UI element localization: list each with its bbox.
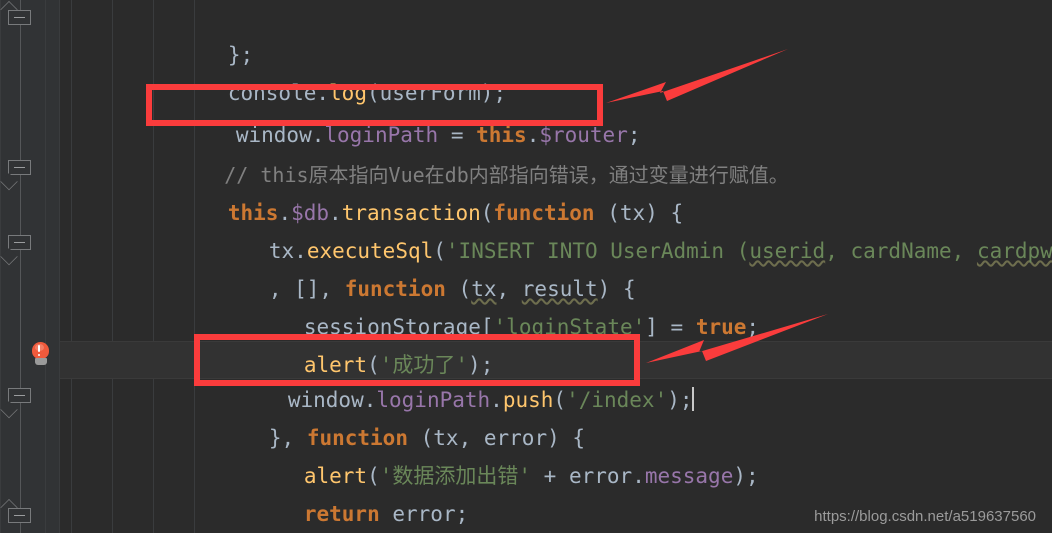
lightbulb-base <box>34 358 47 365</box>
code-editor-area[interactable]: }; console.log(userForm); window.loginPa… <box>60 0 1052 533</box>
watermark-url: https://blog.csdn.net/a519637560 <box>814 508 1036 525</box>
fold-minus-icon <box>14 515 25 516</box>
indent-guide <box>71 0 72 533</box>
ide-editor-screenshot: }; console.log(userForm); window.loginPa… <box>0 0 1052 533</box>
fold-marker-expanded[interactable] <box>0 499 33 533</box>
code-fold-rail <box>20 0 21 533</box>
code-line-comment[interactable]: // this原本指向Vue在db内部指向错误，通过变量进行赋值。 <box>152 118 1052 187</box>
fold-marker-expanded[interactable] <box>0 388 33 419</box>
exclamation-dot <box>37 353 40 356</box>
exclamation-bar <box>37 345 40 352</box>
lightbulb-warning-icon[interactable] <box>30 342 52 367</box>
fold-marker-expanded[interactable] <box>0 1 33 35</box>
editor-gutter[interactable] <box>0 0 60 533</box>
fold-minus-icon <box>14 242 25 243</box>
code-line[interactable]: sessionStorage['loginState'] = true; <box>228 270 1052 339</box>
lightbulb-glass <box>32 342 49 359</box>
fold-arrow-icon <box>0 173 18 191</box>
code-line[interactable]: alert('数据添加出错' + error.message); <box>228 419 1052 488</box>
fold-marker-expanded[interactable] <box>0 160 33 191</box>
code-line-highlighted[interactable]: window.loginPath.push('/index'); <box>212 343 1052 412</box>
code-line[interactable]: tx.executeSql('INSERT INTO UserAdmin (us… <box>193 194 1052 263</box>
gutter-divider <box>0 0 1 533</box>
code-line-highlighted[interactable]: window.loginPath = this.$router; <box>160 78 1052 147</box>
fold-marker-expanded[interactable] <box>0 235 33 266</box>
fold-minus-icon <box>14 17 25 18</box>
code-line[interactable]: }, function (tx, error) { <box>193 381 1052 450</box>
fold-arrow-icon <box>0 248 18 266</box>
gutter-divider <box>45 0 46 533</box>
code-line[interactable]: alert('成功了'); <box>228 308 1052 377</box>
code-line[interactable]: }; <box>152 0 1052 67</box>
code-line[interactable]: this.$db.transaction(function (tx) { <box>152 156 1052 225</box>
indent-guide <box>112 0 113 533</box>
fold-arrow-icon <box>0 401 18 419</box>
code-line[interactable]: console.log(userForm); <box>152 36 1052 105</box>
code-line[interactable]: , [], function (tx, result) { <box>193 232 1052 301</box>
code-line[interactable]: return error; <box>228 457 1052 526</box>
fold-minus-icon <box>14 167 25 168</box>
fold-minus-icon <box>14 395 25 396</box>
